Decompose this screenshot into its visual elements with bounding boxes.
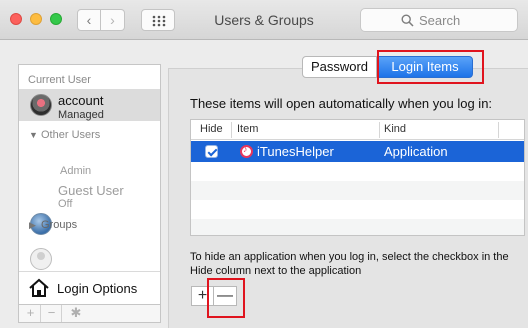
empty-row-stripe	[191, 181, 524, 200]
search-field[interactable]	[360, 8, 518, 32]
other-users-header: Other Users	[41, 129, 101, 141]
current-user-header: Current User	[28, 74, 91, 86]
gear-icon: ✱	[70, 305, 82, 320]
sidebar-item-guest-role: Off	[58, 198, 73, 210]
hide-hint-text: To hide an application when you log in, …	[190, 251, 509, 277]
sidebar-button-bar: + − ✱	[18, 305, 161, 323]
sidebar-item-groups[interactable]: Groups	[41, 219, 77, 231]
column-header-hide[interactable]: Hide	[200, 123, 223, 135]
search-input[interactable]	[419, 12, 509, 28]
house-icon	[29, 278, 49, 297]
account-role: Managed	[58, 109, 104, 121]
hide-checkbox[interactable]	[205, 145, 218, 158]
column-header-item[interactable]: Item	[237, 123, 258, 135]
item-name: iTunesHelper	[257, 144, 334, 159]
itunes-icon	[240, 144, 253, 158]
disclosure-closed-icon[interactable]: ▶	[29, 220, 36, 231]
login-items-description: These items will open automatically when…	[190, 96, 493, 111]
tab-password[interactable]: Password	[302, 56, 377, 78]
item-kind: Application	[384, 144, 448, 159]
sidebar-item-admin-role[interactable]: Admin	[60, 165, 91, 177]
remove-user-button[interactable]: −	[42, 305, 62, 322]
column-separator	[498, 122, 499, 138]
table-header: Hide Item Kind	[191, 120, 524, 140]
title-bar: ‹ › Users & Groups	[0, 0, 528, 40]
column-separator	[379, 122, 380, 138]
add-user-button[interactable]: +	[21, 305, 41, 322]
users-sidebar: Current User account Managed ▼ Other Use…	[18, 64, 161, 305]
highlight-box-login-items	[377, 50, 484, 84]
column-separator	[231, 122, 232, 138]
action-gear-button[interactable]: ✱	[66, 305, 86, 322]
disclosure-open-icon[interactable]: ▼	[29, 130, 38, 140]
guest-avatar	[30, 248, 52, 270]
account-name: account	[58, 93, 104, 108]
account-avatar	[30, 94, 52, 116]
login-options-item[interactable]: Login Options	[19, 272, 160, 305]
empty-row-stripe	[191, 219, 524, 235]
search-icon	[401, 14, 414, 27]
highlight-box-remove-button	[207, 278, 245, 318]
login-items-table[interactable]: Hide Item Kind iTunesHelper Application	[190, 119, 525, 236]
table-row[interactable]: iTunesHelper Application	[191, 141, 524, 162]
sidebar-item-guest-name[interactable]: Guest User	[58, 183, 124, 198]
column-header-kind[interactable]: Kind	[384, 123, 406, 135]
login-options-label: Login Options	[57, 281, 138, 296]
